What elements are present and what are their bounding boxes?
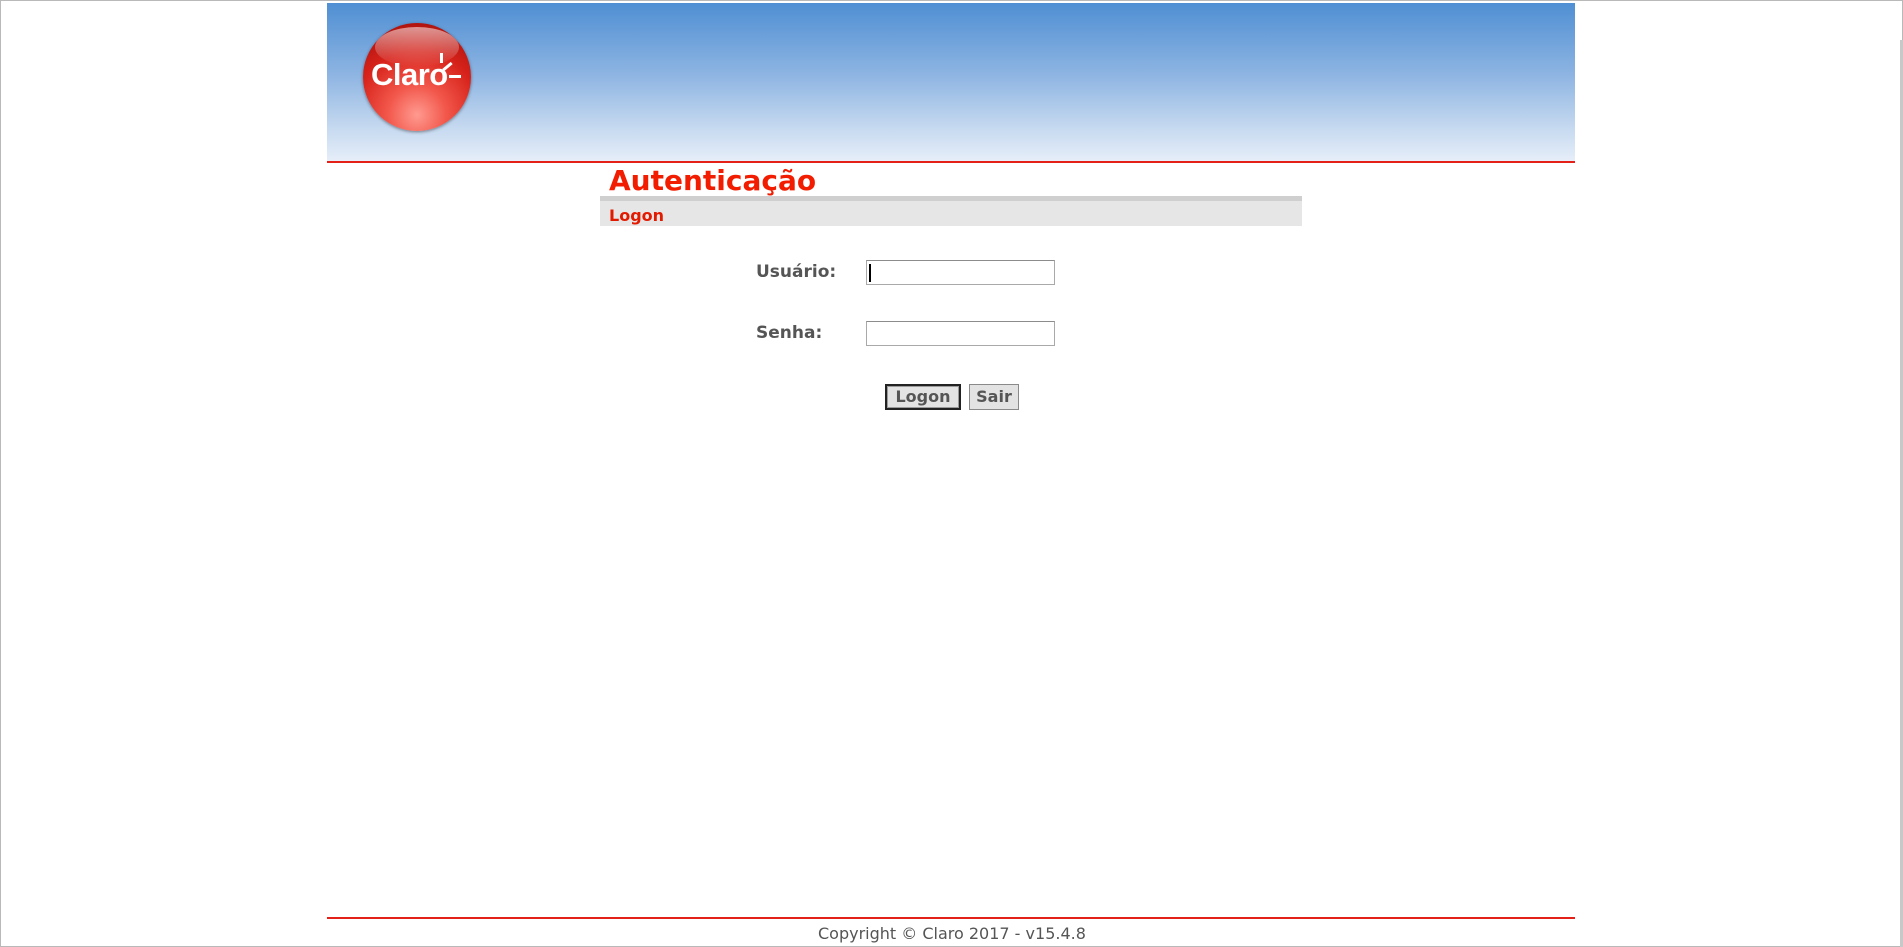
section-header: Logon [600,196,1302,226]
footer-divider [327,917,1575,919]
exit-button[interactable]: Sair [969,384,1019,410]
username-label: Usuário: [756,262,837,282]
password-field[interactable] [866,321,1055,346]
claro-logo: Claro [363,23,471,131]
page-header: Claro [327,3,1575,163]
password-label: Senha: [756,323,823,343]
logon-button[interactable]: Logon [885,384,961,410]
copyright-text: Copyright © Claro 2017 - v15.4.8 [818,924,1086,943]
section-label: Logon [609,206,665,225]
text-cursor [869,264,871,282]
logo-text: Claro [371,57,448,92]
logo-ray-icon [440,53,443,63]
username-field[interactable] [866,260,1055,285]
page-title: Autenticação [609,164,817,197]
logo-ray-icon [449,75,461,78]
